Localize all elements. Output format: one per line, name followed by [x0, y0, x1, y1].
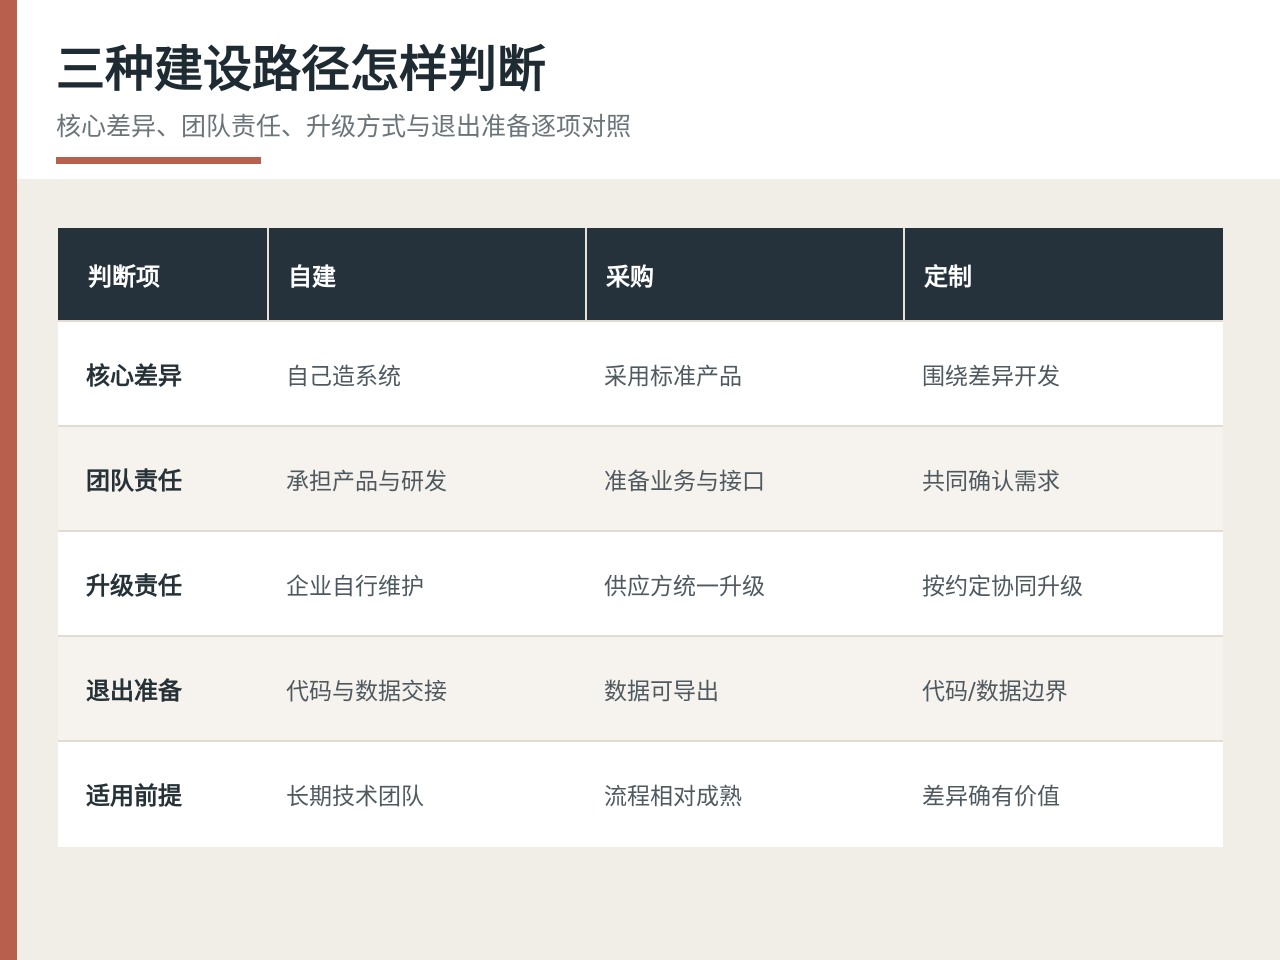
customization-cell: 代码/数据边界	[922, 678, 1068, 705]
table-row: 升级责任 企业自行维护 供应方统一升级 按约定协同升级	[58, 530, 1223, 635]
self-build-cell: 自己造系统	[286, 363, 401, 390]
header-customization: 定制	[924, 262, 972, 291]
customization-cell: 差异确有价值	[922, 783, 1060, 810]
customization-cell: 按约定协同升级	[922, 573, 1083, 600]
accent-side-bar	[0, 0, 17, 960]
self-build-cell: 长期技术团队	[286, 783, 424, 810]
table-header-row: 判断项 自建 采购 定制	[58, 228, 1223, 320]
procurement-cell: 流程相对成熟	[604, 783, 742, 810]
procurement-cell: 供应方统一升级	[604, 573, 765, 600]
table-row: 适用前提 长期技术团队 流程相对成熟 差异确有价值	[58, 740, 1223, 845]
table-row: 核心差异 自己造系统 采用标准产品 围绕差异开发	[58, 320, 1223, 425]
title-accent-line	[56, 157, 261, 164]
header-divider	[267, 228, 269, 320]
self-build-cell: 承担产品与研发	[286, 468, 447, 495]
comparison-table: 判断项 自建 采购 定制 核心差异 自己造系统 采用标准产品 围绕差异开发 团队…	[58, 228, 1223, 847]
row-label-upgrade-responsibility: 升级责任	[86, 572, 182, 600]
procurement-cell: 采用标准产品	[604, 363, 742, 390]
row-label-exit-preparation: 退出准备	[86, 677, 182, 705]
table-row: 团队责任 承担产品与研发 准备业务与接口 共同确认需求	[58, 425, 1223, 530]
header-self-build: 自建	[288, 262, 336, 291]
page-subtitle: 核心差异、团队责任、升级方式与退出准备逐项对照	[56, 112, 632, 141]
procurement-cell: 准备业务与接口	[604, 468, 765, 495]
row-label-core-difference: 核心差异	[86, 362, 182, 390]
header-divider	[585, 228, 587, 320]
procurement-cell: 数据可导出	[604, 678, 719, 705]
table-row: 退出准备 代码与数据交接 数据可导出 代码/数据边界	[58, 635, 1223, 740]
page-title: 三种建设路径怎样判断	[56, 41, 547, 98]
page-header: 三种建设路径怎样判断 核心差异、团队责任、升级方式与退出准备逐项对照	[17, 0, 1280, 179]
header-procurement: 采购	[606, 262, 654, 291]
header-divider	[903, 228, 905, 320]
header-judgment-item: 判断项	[88, 262, 160, 291]
self-build-cell: 代码与数据交接	[286, 678, 447, 705]
customization-cell: 共同确认需求	[922, 468, 1060, 495]
row-label-team-responsibility: 团队责任	[86, 467, 182, 495]
self-build-cell: 企业自行维护	[286, 573, 424, 600]
row-label-applicable-prerequisite: 适用前提	[86, 782, 182, 810]
customization-cell: 围绕差异开发	[922, 363, 1060, 390]
